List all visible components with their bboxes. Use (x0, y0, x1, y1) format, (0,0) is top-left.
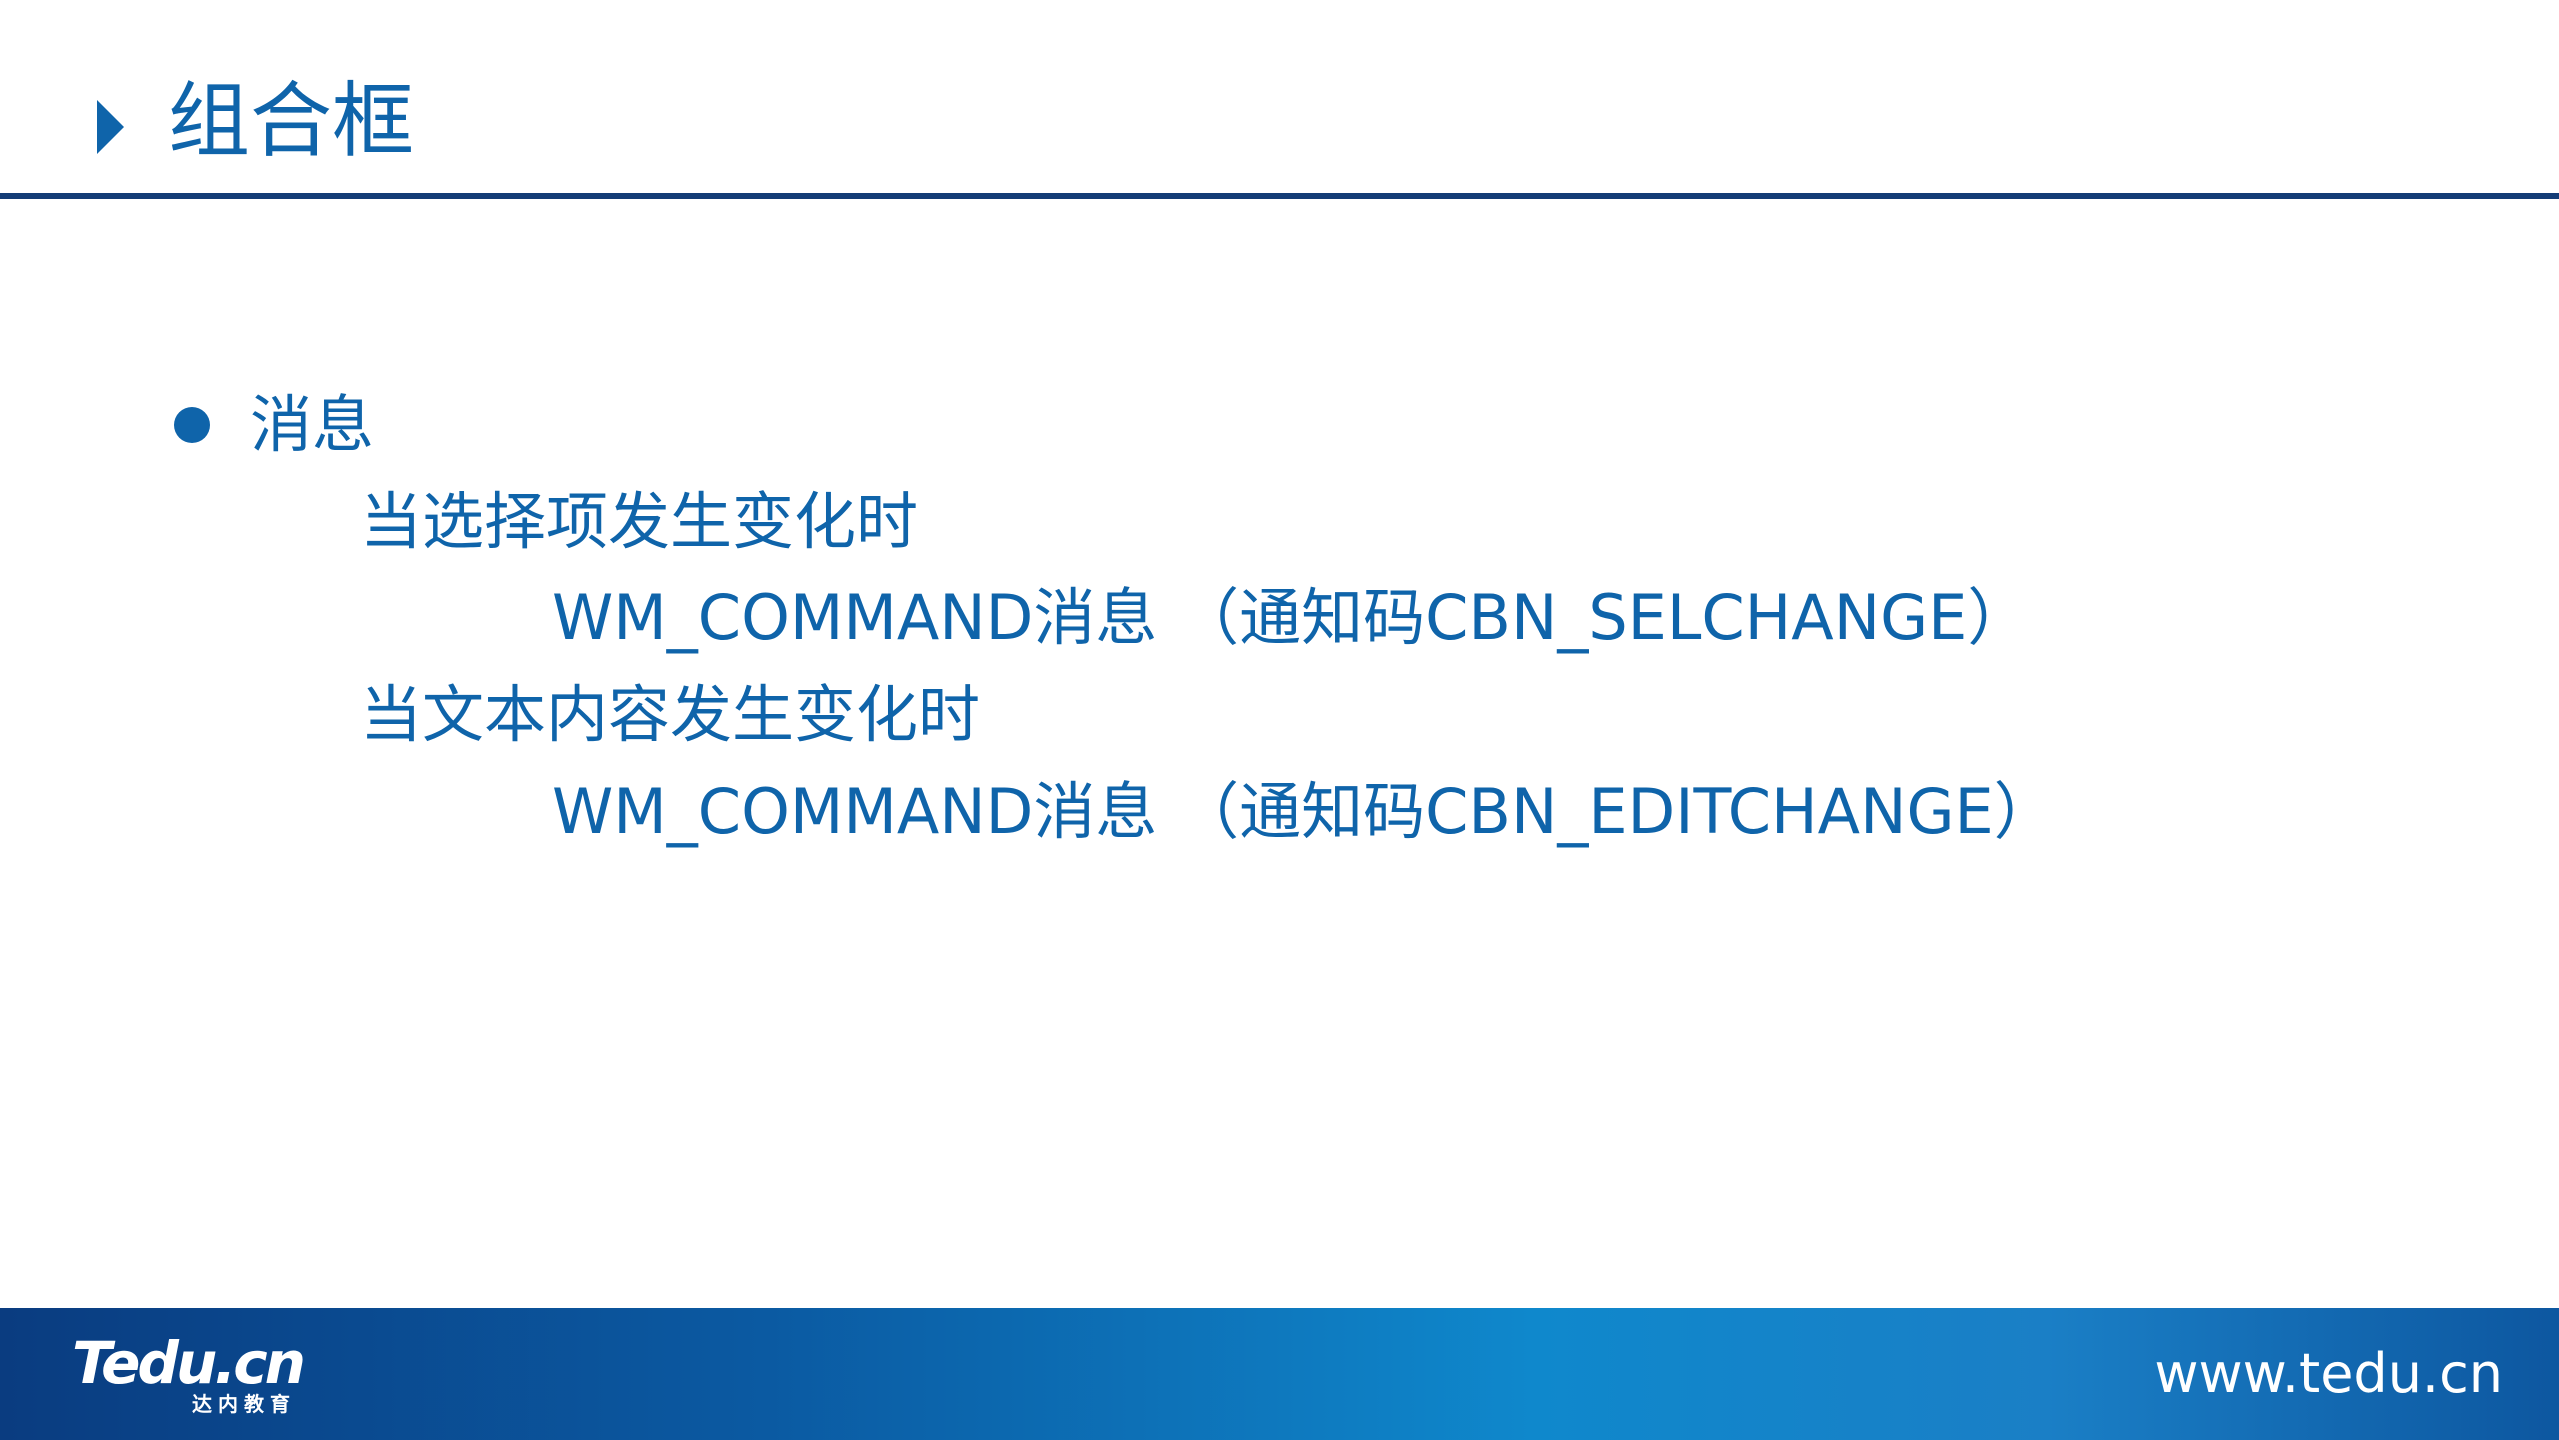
slide-footer: Tedu.cn 达内教育 www.tedu.cn (0, 1308, 2559, 1440)
brand-logo: Tedu.cn 达内教育 (72, 1330, 332, 1430)
logo-subtext: 达内教育 (192, 1392, 296, 1416)
logo-text: Tedu.cn (72, 1329, 306, 1397)
slide-content: 消息 当选择项发生变化时 WM_COMMAND消息 （通知码CBN_SELCHA… (0, 0, 2559, 1300)
bullet-level-2: 当选择项发生变化时 (360, 485, 919, 558)
bullet-dot-icon (174, 407, 210, 443)
bullet-level-2: 当文本内容发生变化时 (360, 678, 981, 751)
bullet-level-3: WM_COMMAND消息 （通知码CBN_SELCHANGE） (552, 581, 2030, 654)
bullet-level-3: WM_COMMAND消息 （通知码CBN_EDITCHANGE） (552, 775, 2056, 848)
footer-url: www.tedu.cn (2154, 1342, 2503, 1405)
bullet-level-1: 消息 (250, 388, 375, 461)
